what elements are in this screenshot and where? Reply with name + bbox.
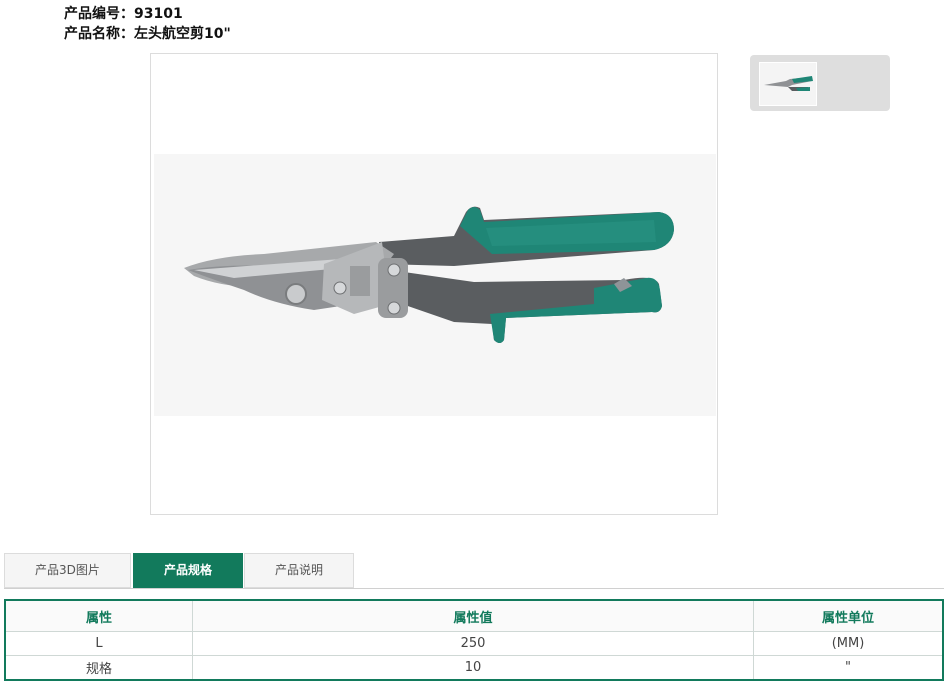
table-row: 规格 10 " bbox=[4, 655, 944, 681]
table-cell: " bbox=[753, 655, 944, 681]
tab-description[interactable]: 产品说明 bbox=[244, 553, 354, 588]
spec-table: 属性 属性值 属性单位 L 250 (MM) 规格 10 " bbox=[4, 599, 944, 681]
header-attribute: 属性 bbox=[4, 599, 193, 632]
table-cell: L bbox=[4, 631, 193, 656]
product-name-label: 产品名称： bbox=[64, 26, 134, 42]
table-header-row: 属性 属性值 属性单位 bbox=[4, 599, 944, 632]
product-photo bbox=[154, 154, 716, 416]
table-cell: 10 bbox=[192, 655, 754, 681]
tab-divider bbox=[4, 588, 944, 589]
product-code-label: 产品编号： bbox=[64, 6, 134, 22]
main-product-image bbox=[150, 53, 718, 515]
table-row: L 250 (MM) bbox=[4, 631, 944, 656]
table-cell: 规格 bbox=[4, 655, 193, 681]
thumbnail-image[interactable] bbox=[759, 62, 817, 106]
table-cell: (MM) bbox=[753, 631, 944, 656]
thumbnail-strip bbox=[750, 55, 890, 111]
table-cell: 250 bbox=[192, 631, 754, 656]
header-unit: 属性单位 bbox=[753, 599, 944, 632]
aviation-snips-image bbox=[184, 206, 674, 343]
product-name: 产品名称：左头航空剪10" bbox=[64, 23, 231, 43]
tab-3d-images[interactable]: 产品3D图片 bbox=[4, 553, 131, 588]
tab-specifications[interactable]: 产品规格 bbox=[133, 553, 243, 588]
product-code-value: 93101 bbox=[134, 6, 183, 22]
product-name-value: 左头航空剪10" bbox=[134, 26, 231, 42]
product-code: 产品编号：93101 bbox=[64, 3, 183, 23]
thumbnail-snips-image bbox=[764, 76, 813, 91]
header-value: 属性值 bbox=[192, 599, 754, 632]
